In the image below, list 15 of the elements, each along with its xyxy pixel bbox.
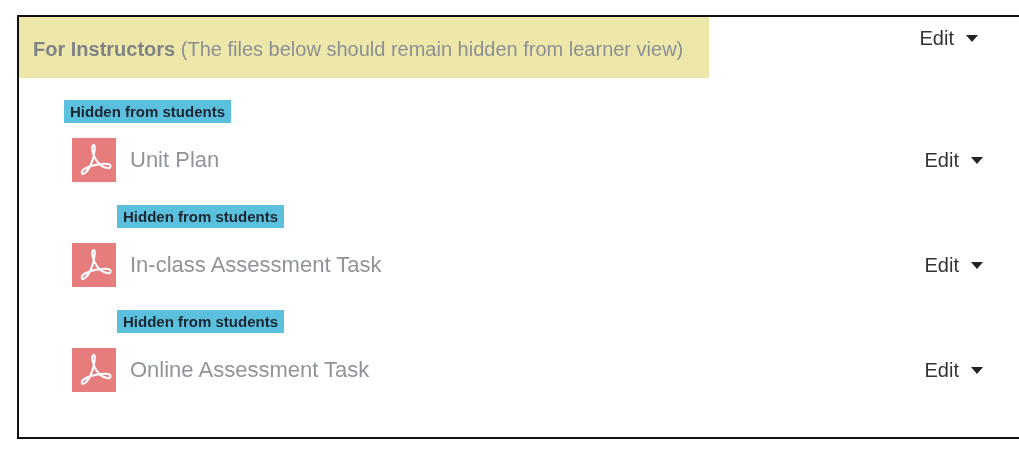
section-title: For Instructors (The files below should remain hidden from learner view) bbox=[33, 38, 684, 60]
edit-menu-button[interactable]: Edit bbox=[919, 27, 978, 50]
caret-icon bbox=[971, 156, 983, 164]
caret-icon bbox=[971, 261, 983, 269]
edit-menu-button[interactable]: Edit bbox=[924, 148, 983, 172]
hidden-badge: Hidden from students bbox=[64, 100, 231, 123]
hidden-badge: Hidden from students bbox=[117, 205, 284, 228]
edit-menu-button[interactable]: Edit bbox=[924, 253, 983, 277]
pdf-icon bbox=[72, 243, 116, 287]
caret-icon bbox=[966, 35, 978, 42]
pdf-icon bbox=[72, 348, 116, 392]
pdf-icon bbox=[72, 138, 116, 182]
caret-icon bbox=[971, 366, 983, 374]
edit-menu-button[interactable]: Edit bbox=[924, 358, 983, 382]
hidden-badge: Hidden from students bbox=[117, 310, 284, 333]
